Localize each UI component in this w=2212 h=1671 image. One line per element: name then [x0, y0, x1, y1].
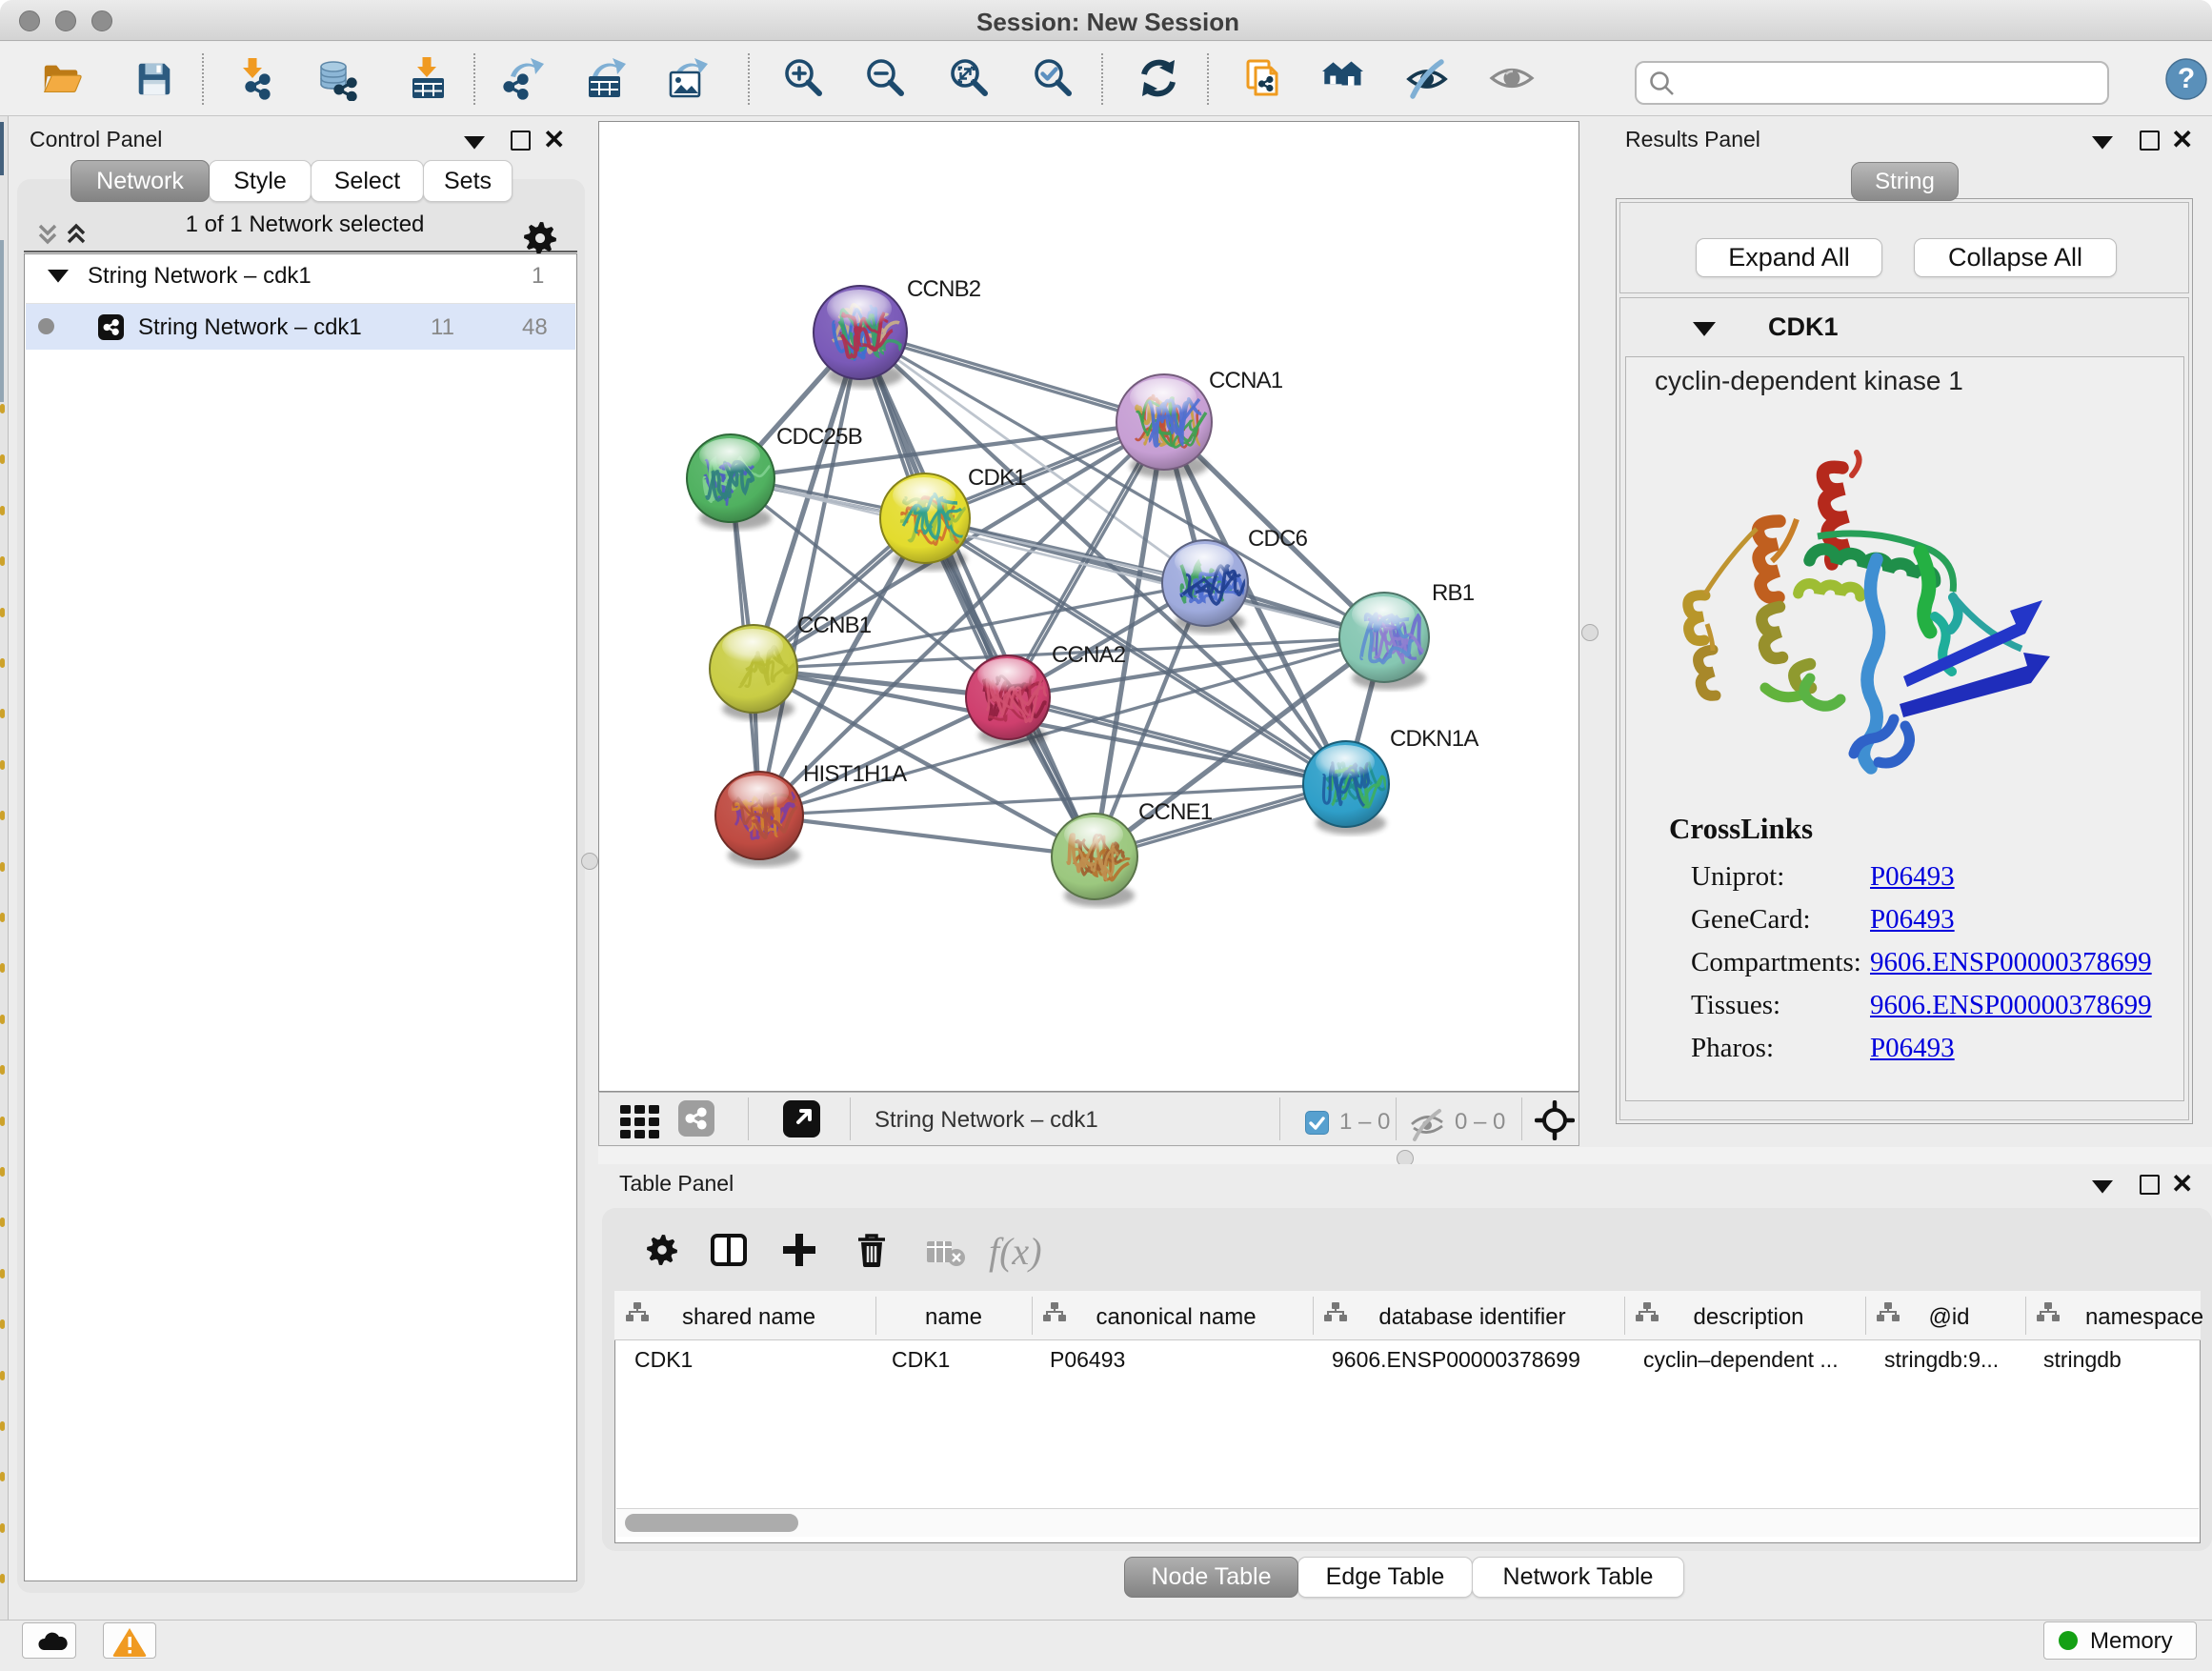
svg-text:CDKN1A: CDKN1A	[1390, 726, 1478, 752]
svg-text:CCNB2: CCNB2	[907, 276, 981, 302]
svg-text:CCNA1: CCNA1	[1209, 368, 1283, 393]
svg-text:CDC25B: CDC25B	[776, 424, 862, 450]
svg-text:?: ?	[2178, 63, 2195, 94]
svg-text:CCNA2: CCNA2	[1052, 642, 1126, 668]
svg-text:CCNB1: CCNB1	[797, 613, 872, 638]
svg-text:RB1: RB1	[1432, 580, 1475, 606]
svg-text:CDK1: CDK1	[968, 465, 1026, 491]
svg-text:CDC6: CDC6	[1248, 526, 1308, 552]
svg-text:CCNE1: CCNE1	[1138, 799, 1213, 825]
svg-text:HIST1H1A: HIST1H1A	[803, 761, 907, 787]
